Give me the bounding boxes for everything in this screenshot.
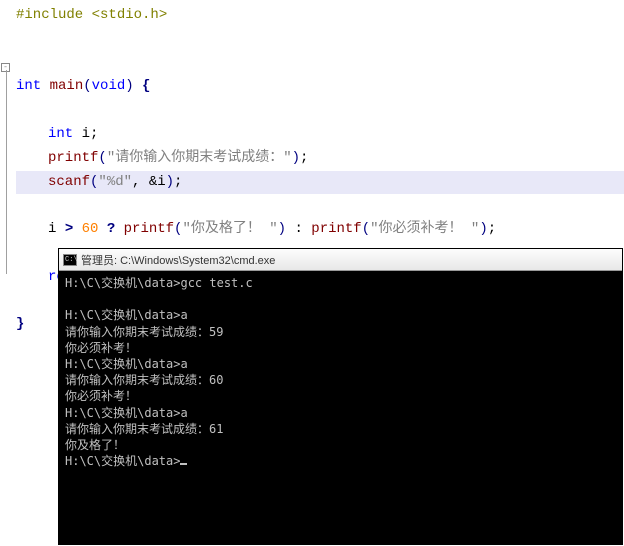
console-line: H:\C\交换机\data>a [65, 406, 188, 420]
paren: ) [292, 150, 300, 166]
code-line [16, 99, 624, 123]
function-main: main [50, 78, 84, 94]
code-line [16, 28, 624, 52]
brace: } [16, 316, 24, 332]
function-printf: printf [48, 150, 98, 166]
paren: ( [98, 150, 106, 166]
string-literal: "你及格了！ " [182, 221, 277, 237]
number-literal: 60 [73, 221, 107, 237]
paren: ) [125, 78, 133, 94]
console-line: 你必须补考！ [65, 341, 137, 355]
code-line: int i; [16, 123, 624, 147]
semicolon: ; [174, 174, 182, 190]
code-line: printf("请你输入你期末考试成绩："); [16, 147, 624, 171]
cmd-icon: C:\ [63, 254, 77, 266]
paren: ) [278, 221, 286, 237]
preprocessor-directive: #include <stdio.h> [16, 7, 167, 23]
operator: > [65, 221, 73, 237]
console-line: H:\C\交换机\data> [65, 454, 180, 468]
function-printf: printf [311, 221, 361, 237]
code-line: #include <stdio.h> [16, 4, 624, 28]
string-literal: "你必须补考！ " [370, 221, 479, 237]
console-window[interactable]: C:\ 管理员: C:\Windows\System32\cmd.exe H:\… [58, 248, 623, 545]
console-title: 管理员: C:\Windows\System32\cmd.exe [81, 252, 275, 268]
function-printf: printf [115, 221, 174, 237]
paren: ( [83, 78, 91, 94]
cursor-icon [180, 463, 187, 465]
operator: ? [107, 221, 115, 237]
console-titlebar[interactable]: C:\ 管理员: C:\Windows\System32\cmd.exe [59, 249, 622, 271]
code-line [16, 194, 624, 218]
argument: , &i [132, 174, 166, 190]
console-line: H:\C\交换机\data>a [65, 308, 188, 322]
semicolon: ; [488, 221, 496, 237]
semicolon: ; [300, 150, 308, 166]
brace: { [134, 78, 151, 94]
operator: : [286, 221, 311, 237]
paren: ) [479, 221, 487, 237]
console-output[interactable]: H:\C\交换机\data>gcc test.c H:\C\交换机\data>a… [59, 271, 622, 544]
function-scanf: scanf [48, 174, 90, 190]
paren: ) [166, 174, 174, 190]
string-literal: "%d" [98, 174, 132, 190]
keyword-int: int [16, 78, 41, 94]
console-line: 请你输入你期末考试成绩：61 [65, 422, 223, 436]
fold-guide-line [6, 70, 7, 274]
code-line [16, 52, 624, 76]
string-literal: "请你输入你期末考试成绩：" [107, 150, 292, 166]
console-line: 你必须补考！ [65, 389, 137, 403]
paren: ( [362, 221, 370, 237]
keyword-int: int [48, 126, 73, 142]
identifier: i [48, 221, 65, 237]
console-line: H:\C\交换机\data>a [65, 357, 188, 371]
console-line: H:\C\交换机\data>gcc test.c [65, 276, 253, 290]
console-line: 请你输入你期末考试成绩：59 [65, 325, 223, 339]
code-line: int main(void) { [16, 75, 624, 99]
identifier: i; [73, 126, 98, 142]
code-line: i > 60 ? printf("你及格了！ ") : printf("你必须补… [16, 218, 624, 242]
code-line-current: scanf("%d", &i); [16, 171, 624, 195]
console-line: 你及格了！ [65, 438, 125, 452]
console-line: 请你输入你期末考试成绩：60 [65, 373, 223, 387]
keyword-void: void [92, 78, 126, 94]
